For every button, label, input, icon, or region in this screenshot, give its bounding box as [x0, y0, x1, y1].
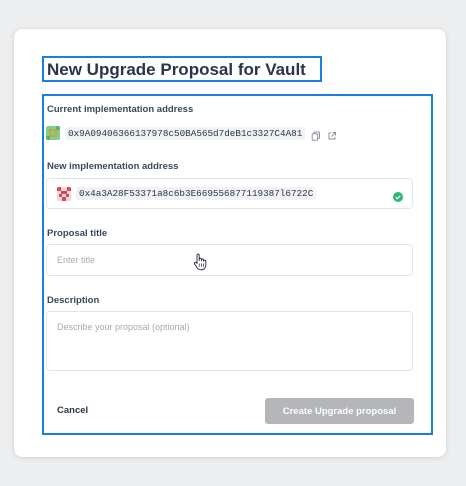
modal-title: New Upgrade Proposal for Vault [47, 60, 306, 79]
hand-pointer-icon [193, 253, 207, 271]
create-upgrade-proposal-button[interactable]: Create Upgrade proposal [265, 398, 414, 424]
check-circle-icon [393, 189, 403, 202]
copy-icon[interactable] [311, 128, 321, 141]
new-implementation-address: 0x4a3A28F53371a8c6b3E669556877119387l672… [76, 187, 317, 200]
external-link-icon[interactable] [327, 128, 337, 140]
cancel-button[interactable]: Cancel [57, 405, 88, 416]
current-address-avatar [46, 126, 60, 140]
current-implementation-label: Current implementation address [47, 104, 194, 115]
description-label: Description [47, 295, 100, 306]
description-textarea[interactable]: Describe your proposal (optional) [46, 311, 413, 371]
proposal-title-label: Proposal title [47, 228, 108, 239]
current-implementation-row: 0x9A09406366137978c50BA565d7deB1c3327C4A… [46, 125, 337, 141]
new-implementation-label: New implementation address [47, 161, 179, 172]
new-address-avatar [57, 186, 71, 201]
new-implementation-address-field[interactable]: 0x4a3A28F53371a8c6b3E669556877119387l672… [46, 178, 413, 209]
current-implementation-address: 0x9A09406366137978c50BA565d7deB1c3327C4A… [65, 126, 306, 140]
proposal-title-input[interactable]: Enter title [46, 244, 413, 276]
